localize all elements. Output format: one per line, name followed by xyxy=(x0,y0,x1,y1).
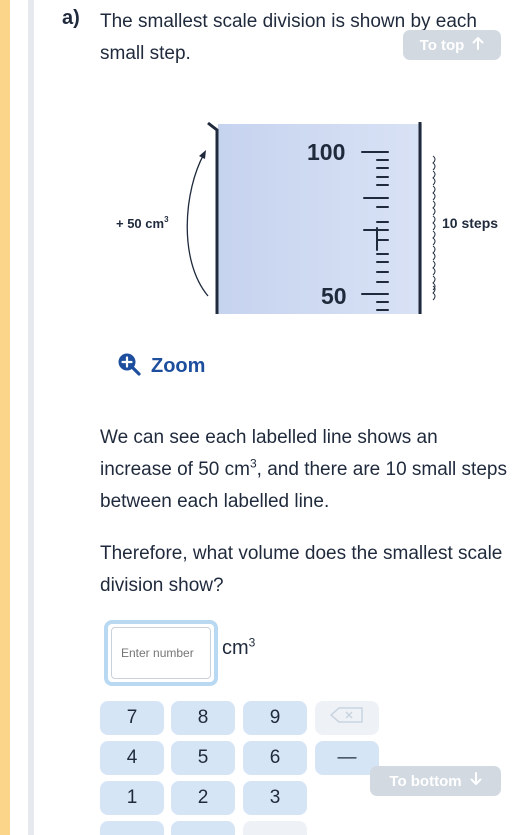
keypad-backspace[interactable] xyxy=(315,701,379,735)
to-top-button[interactable]: To top xyxy=(403,30,501,60)
arrow-up-icon xyxy=(472,36,484,54)
keypad-key-3[interactable]: 3 xyxy=(243,781,307,815)
measuring-cylinder-diagram: 100 50 + 50 cm3 10 steps xyxy=(100,110,519,330)
answer-unit: cm3 xyxy=(222,635,256,660)
step-brace-marks xyxy=(432,155,436,301)
steps-label: 10 steps xyxy=(442,215,498,231)
to-bottom-label: To bottom xyxy=(389,772,462,790)
unit-sup: 3 xyxy=(248,635,256,650)
keypad-key-partial[interactable] xyxy=(243,821,307,835)
keypad-key-6[interactable]: 6 xyxy=(243,741,307,775)
keypad-key-5[interactable]: 5 xyxy=(171,741,235,775)
increase-label-sup: 3 xyxy=(164,215,169,224)
zoom-in-icon xyxy=(117,352,141,381)
backspace-icon xyxy=(329,707,364,729)
keypad-key-2[interactable]: 2 xyxy=(171,781,235,815)
left-accent-stripe xyxy=(0,0,10,835)
to-top-label: To top xyxy=(419,36,465,54)
question-label: a) xyxy=(62,7,80,29)
keypad-key-8[interactable]: 8 xyxy=(171,701,235,735)
unit-text: cm xyxy=(222,637,249,659)
arrow-down-icon xyxy=(470,772,482,790)
answer-input-frame xyxy=(104,620,218,686)
cylinder-left-wall xyxy=(207,121,219,314)
keypad-key-9[interactable]: 9 xyxy=(243,701,307,735)
arrow-head-icon xyxy=(199,150,206,159)
increase-label: + 50 cm xyxy=(116,216,164,231)
svg-text:+ 50 cm3: + 50 cm3 xyxy=(116,215,169,231)
explanation-sup: 3 xyxy=(249,456,257,471)
keypad-key-partial[interactable] xyxy=(100,821,164,835)
answer-input[interactable] xyxy=(111,627,211,679)
keypad-key-partial[interactable] xyxy=(171,821,235,835)
to-bottom-button[interactable]: To bottom xyxy=(370,766,501,796)
keypad-key-7[interactable]: 7 xyxy=(100,701,164,735)
zoom-button[interactable]: Zoom xyxy=(117,352,205,381)
scale-label-50: 50 xyxy=(321,283,347,309)
zoom-label: Zoom xyxy=(151,355,206,377)
left-divider xyxy=(28,0,34,835)
question-prompt: Therefore, what volume does the smallest… xyxy=(100,543,503,596)
explanation-paragraph: We can see each labelled line shows an i… xyxy=(100,422,512,518)
increase-arc-arrow xyxy=(186,153,209,297)
keypad-key-1[interactable]: 1 xyxy=(100,781,164,815)
keypad-key-4[interactable]: 4 xyxy=(100,741,164,775)
scale-label-100: 100 xyxy=(307,139,345,165)
